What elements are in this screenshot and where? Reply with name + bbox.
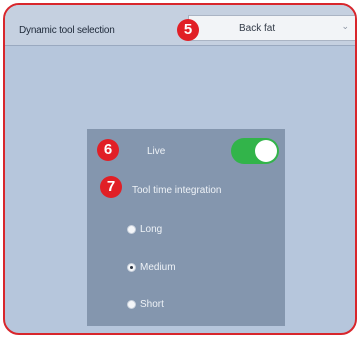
settings-panel: 6 Live 7 Tool time integration Long Medi…: [87, 129, 285, 326]
radio-button[interactable]: [127, 225, 136, 234]
tool-selection-label: Dynamic tool selection: [19, 25, 115, 36]
app-window: Dynamic tool selection Back fat ⌄ 5 6 Li…: [3, 3, 357, 335]
radio-label: Long: [140, 224, 163, 235]
radio-label: Short: [140, 299, 164, 310]
live-toggle[interactable]: [231, 138, 279, 164]
dropdown-value: Back fat: [239, 23, 276, 34]
tool-time-integration-label: Tool time integration: [132, 185, 222, 196]
tool-dropdown[interactable]: Back fat ⌄: [188, 15, 355, 41]
radio-button[interactable]: [127, 300, 136, 309]
callout-badge-6: 6: [97, 139, 119, 161]
callout-badge-7: 7: [100, 176, 122, 198]
toggle-knob: [255, 140, 277, 162]
radio-label: Medium: [140, 262, 176, 273]
live-label: Live: [147, 146, 166, 157]
chevron-down-icon: ⌄: [341, 21, 349, 31]
radio-button-selected[interactable]: [127, 263, 136, 272]
callout-badge-5: 5: [177, 19, 199, 41]
